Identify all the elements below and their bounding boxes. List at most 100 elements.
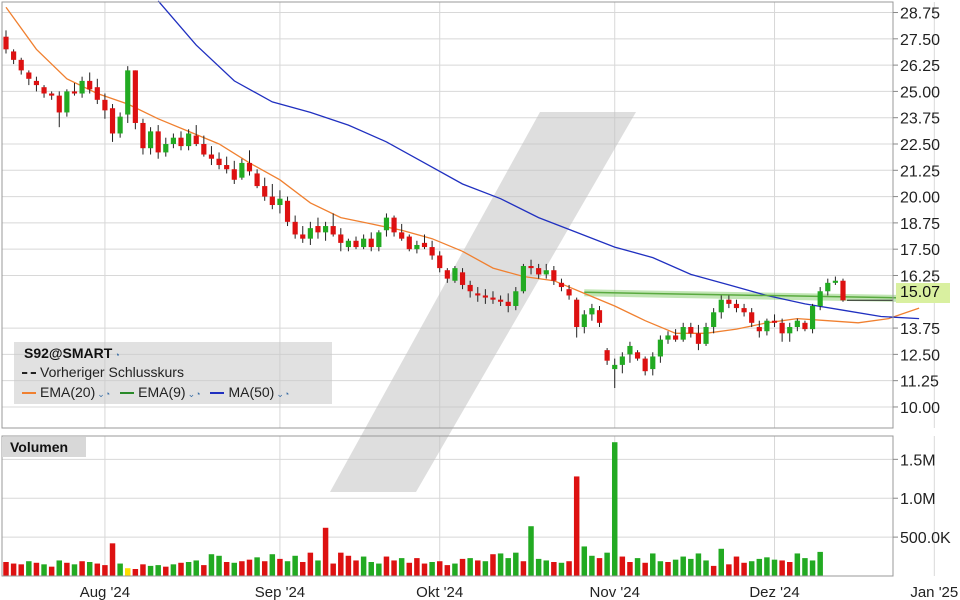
volume-bar [140, 564, 146, 576]
price-tick-label: 12.50 [900, 347, 940, 364]
legend: S92@SMART ◔ Vorheriger Schlusskurs EMA(20… [14, 342, 332, 404]
candle-body [627, 345, 633, 355]
date-tick-label: Sep '24 [255, 584, 305, 600]
ma50-settings-icon[interactable]: ⌄◔ [276, 389, 289, 400]
candle-body [155, 131, 161, 153]
volume-bar [406, 562, 413, 576]
volume-bar [254, 557, 260, 576]
volume-bar [193, 560, 199, 576]
volume-bar [794, 553, 801, 576]
price-tick-label: 20.00 [900, 190, 940, 207]
candle-body [513, 291, 519, 306]
candle-body [33, 80, 40, 86]
candle-body [186, 133, 192, 147]
price-tick-label: 28.75 [900, 6, 940, 23]
candle-body [3, 36, 9, 50]
candle-body [269, 196, 275, 206]
volume-bar [581, 546, 588, 576]
volume-bar [482, 561, 489, 576]
volume-bar [528, 526, 534, 576]
candle-body [79, 80, 85, 94]
ema9-settings-icon[interactable]: ⌄◔ [188, 389, 201, 400]
volume-bar [330, 563, 336, 576]
candle-body [254, 173, 260, 187]
volume-bar [535, 558, 542, 576]
date-tick-label: Okt '24 [416, 584, 463, 600]
candle-body [246, 162, 253, 172]
candle-body [741, 308, 747, 313]
candle-body [94, 87, 100, 100]
volume-bar [627, 562, 633, 576]
legend-indicators: EMA(20) ⌄◔ EMA(9) ⌄◔ MA(50) ⌄◔ [22, 384, 289, 400]
ema20-settings-icon[interactable]: ⌄◔ [97, 389, 110, 400]
candle-body [208, 154, 215, 159]
candle-body [399, 232, 405, 239]
candle-body [809, 305, 816, 330]
volume-bar [756, 558, 763, 576]
price-tick-label: 10.00 [900, 400, 940, 417]
candle-body [163, 144, 169, 153]
candle-body [178, 137, 184, 147]
volume-bar [672, 559, 679, 576]
settings-icon[interactable]: ◔ [114, 350, 119, 360]
candle-body [665, 335, 671, 340]
candle-body [87, 80, 93, 90]
volume-bar [109, 543, 116, 576]
volume-bar [505, 558, 511, 576]
volume-panel-label: Volumen [2, 437, 86, 457]
candle-body [421, 242, 428, 248]
volume-bar [551, 562, 557, 576]
volume-bar [33, 562, 40, 576]
candle-body [794, 320, 800, 328]
volume-bar [771, 559, 778, 576]
candle-body [482, 295, 488, 298]
volume-bar [147, 565, 154, 576]
volume-bar [802, 558, 808, 576]
volume-bar [467, 558, 473, 576]
volume-bar [163, 566, 169, 576]
price-tick-label: 22.50 [900, 137, 940, 154]
candle-body [840, 280, 846, 301]
candle-body [604, 350, 610, 361]
volume-bar [497, 553, 504, 576]
candle-body [459, 272, 466, 285]
candle-body [338, 234, 344, 243]
candle-body [551, 270, 557, 281]
symbol-label: S92@SMART [24, 345, 113, 361]
last-price-tag: 15.07 [896, 283, 950, 303]
candle-body [475, 293, 481, 296]
candle-body [49, 93, 55, 96]
candle-body [277, 198, 283, 206]
volume-bar [611, 442, 618, 576]
volume-bar [261, 561, 268, 576]
volume-bar [429, 562, 435, 576]
candle-body [764, 320, 770, 332]
candle-body [452, 268, 458, 281]
price-tick-label: 23.75 [900, 111, 940, 128]
candle-body [680, 327, 686, 340]
volume-bar [748, 561, 755, 576]
volume-panel-frame [1, 435, 894, 577]
legend-ema9: EMA(9) [138, 384, 186, 400]
volume-bar [421, 563, 428, 576]
legend-ema20: EMA(20) [40, 384, 96, 400]
volume-bar [596, 558, 603, 576]
candle-body [391, 217, 397, 233]
candle-body [361, 238, 367, 248]
volume-bar [353, 560, 359, 576]
candle-body [64, 91, 70, 113]
candle-body [284, 200, 291, 222]
candle-body [193, 135, 199, 144]
candle-body [102, 99, 108, 111]
volume-bar [475, 560, 481, 576]
candle-body [749, 312, 755, 323]
candle-body [170, 137, 176, 144]
candle-body [292, 221, 298, 235]
candle-body [650, 356, 656, 370]
candle-body [612, 364, 618, 370]
date-tick-label: Dez '24 [749, 584, 799, 600]
volume-bar [71, 564, 78, 576]
volume-bar [41, 564, 47, 576]
volume-bar [414, 558, 420, 576]
volume-bar [436, 561, 443, 576]
